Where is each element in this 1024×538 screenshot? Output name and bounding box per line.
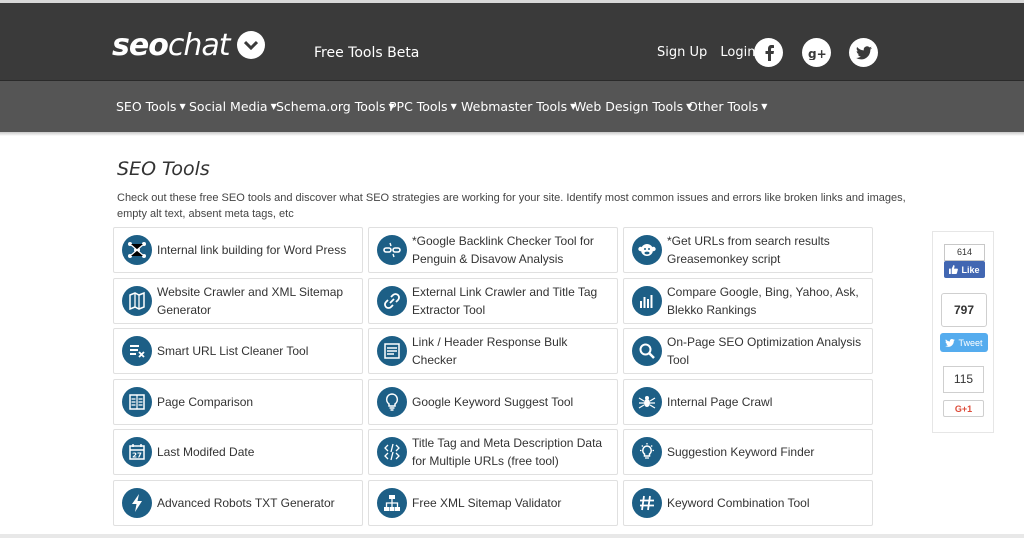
hashtag-icon bbox=[632, 488, 662, 518]
twitter-bird-icon bbox=[945, 338, 956, 347]
tool-label: Suggestion Keyword Finder bbox=[667, 445, 815, 459]
tool-card[interactable]: Page Comparison bbox=[113, 379, 363, 425]
tweet-label: Tweet bbox=[958, 337, 983, 348]
tool-card[interactable]: Smart URL List Cleaner Tool bbox=[113, 328, 363, 374]
sitemap-icon bbox=[377, 488, 407, 518]
tool-label: *Google Backlink Checker Tool for Pengui… bbox=[412, 234, 594, 266]
tool-label: Free XML Sitemap Validator bbox=[412, 496, 562, 510]
google-plus-count: 115 bbox=[943, 366, 984, 393]
site-logo[interactable]: seochat bbox=[112, 25, 266, 65]
main-nav: SEO Tools ▼ Social Media ▼ Schema.org Tool… bbox=[0, 80, 1024, 132]
caret-down-icon: ▼ bbox=[450, 102, 457, 111]
network-icon bbox=[122, 235, 152, 265]
nav-ppc-tools[interactable]: PPC Tools ▼ bbox=[389, 99, 457, 114]
twitter-icon[interactable] bbox=[849, 38, 878, 67]
share-widget: 614 Like 797 Tweet 115 G+1 bbox=[932, 231, 994, 433]
link-icon bbox=[377, 286, 407, 316]
tool-label: Advanced Robots TXT Generator bbox=[157, 496, 335, 510]
tool-card[interactable]: Free XML Sitemap Validator bbox=[368, 480, 618, 526]
tool-card[interactable]: *Google Backlink Checker Tool for Pengui… bbox=[368, 227, 618, 273]
google-plus-label: G+1 bbox=[954, 403, 973, 414]
chevron-down-icon[interactable] bbox=[237, 31, 266, 59]
caret-down-icon: ▼ bbox=[179, 102, 186, 111]
tool-card[interactable]: Keyword Combination Tool bbox=[623, 480, 873, 526]
list-check-icon bbox=[377, 336, 407, 366]
columns-icon bbox=[122, 387, 152, 417]
code-tags-icon bbox=[377, 437, 407, 467]
tool-card[interactable]: Compare Google, Bing, Yahoo, Ask, Blekko… bbox=[623, 278, 873, 324]
tool-label: Title Tag and Meta Description Data for … bbox=[412, 436, 603, 468]
spider-icon bbox=[632, 387, 662, 417]
sign-up-link[interactable]: Sign Up bbox=[657, 45, 707, 60]
tool-label: Google Keyword Suggest Tool bbox=[412, 395, 574, 409]
tool-card[interactable]: Advanced Robots TXT Generator bbox=[113, 480, 363, 526]
nav-web-design-tools[interactable]: Web Design Tools ▼ bbox=[574, 99, 692, 114]
tool-label: Compare Google, Bing, Yahoo, Ask, Blekko… bbox=[667, 285, 859, 317]
tweet-count: 797 bbox=[941, 293, 987, 327]
nav-shadow bbox=[0, 132, 1024, 136]
monkey-icon bbox=[632, 235, 662, 265]
svg-text:g+: g+ bbox=[808, 47, 826, 60]
site-tagline: Free Tools Beta bbox=[314, 45, 420, 61]
tool-label: Smart URL List Cleaner Tool bbox=[157, 344, 309, 358]
tool-label: Link / Header Response Bulk Checker bbox=[412, 335, 568, 367]
tool-card[interactable]: Internal link building for Word Press bbox=[113, 227, 363, 273]
caret-down-icon: ▼ bbox=[761, 102, 768, 111]
tool-card[interactable]: *Get URLs from search results Greasemonk… bbox=[623, 227, 873, 273]
tool-label: Last Modifed Date bbox=[157, 445, 255, 459]
nav-seo-tools[interactable]: SEO Tools ▼ bbox=[116, 99, 186, 114]
nav-webmaster-tools[interactable]: Webmaster Tools ▼ bbox=[461, 99, 576, 114]
tool-label: Page Comparison bbox=[157, 395, 254, 409]
login-link[interactable]: Login bbox=[720, 45, 755, 60]
logo-text-rest: chat bbox=[167, 27, 231, 63]
top-header: seochat Free Tools Beta Sign Up Login g+ bbox=[0, 0, 1024, 80]
tool-label: Website Crawler and XML Sitemap Generato… bbox=[157, 285, 344, 317]
bottom-divider bbox=[0, 534, 1024, 538]
tool-card[interactable]: Suggestion Keyword Finder bbox=[623, 429, 873, 475]
nav-other-tools[interactable]: Other Tools ▼ bbox=[688, 99, 767, 114]
facebook-like-count: 614 bbox=[944, 244, 985, 261]
tool-card[interactable]: On-Page SEO Optimization Analysis Tool bbox=[623, 328, 873, 374]
facebook-icon[interactable] bbox=[754, 38, 783, 67]
thumbs-up-icon bbox=[949, 265, 959, 274]
calendar-icon: 27 bbox=[122, 437, 152, 467]
tool-card[interactable]: 27 Last Modifed Date bbox=[113, 429, 363, 475]
page-title: SEO Tools bbox=[117, 158, 210, 180]
tool-card[interactable]: External Link Crawler and Title Tag Extr… bbox=[368, 278, 618, 324]
tool-label: Internal link building for Word Press bbox=[157, 243, 347, 257]
tool-card[interactable]: Internal Page Crawl bbox=[623, 379, 873, 425]
facebook-like-button[interactable]: Like bbox=[944, 261, 985, 278]
tool-label: External Link Crawler and Title Tag Extr… bbox=[412, 285, 598, 317]
calendar-badge: 27 bbox=[132, 452, 142, 460]
nav-schema-tools[interactable]: Schema.org Tools ▼ bbox=[276, 99, 395, 114]
magnifier-icon bbox=[632, 336, 662, 366]
tool-card[interactable]: Website Crawler and XML Sitemap Generato… bbox=[113, 278, 363, 324]
tool-card[interactable]: Google Keyword Suggest Tool bbox=[368, 379, 618, 425]
facebook-like-label: Like bbox=[961, 264, 980, 275]
tool-label: Keyword Combination Tool bbox=[667, 496, 810, 510]
lightbulb-icon bbox=[377, 387, 407, 417]
map-icon bbox=[122, 286, 152, 316]
link-broken-icon bbox=[377, 235, 407, 265]
list-clean-icon bbox=[122, 336, 152, 366]
auth-links: Sign Up Login bbox=[657, 45, 764, 60]
nav-social-media[interactable]: Social Media ▼ bbox=[189, 99, 277, 114]
tool-card[interactable]: Link / Header Response Bulk Checker bbox=[368, 328, 618, 374]
google-plus-button[interactable]: G+1 bbox=[943, 400, 984, 417]
google-plus-icon[interactable]: g+ bbox=[802, 38, 831, 67]
logo-text-bold: seo bbox=[112, 27, 169, 63]
tweet-button[interactable]: Tweet bbox=[940, 333, 988, 352]
idea-bulb-icon bbox=[632, 437, 662, 467]
lightning-icon bbox=[122, 488, 152, 518]
tool-label: On-Page SEO Optimization Analysis Tool bbox=[667, 335, 862, 367]
tool-card[interactable]: Title Tag and Meta Description Data for … bbox=[368, 429, 618, 475]
tool-label: *Get URLs from search results Greasemonk… bbox=[667, 234, 830, 266]
bar-chart-icon bbox=[632, 286, 662, 316]
page-intro: Check out these free SEO tools and disco… bbox=[117, 192, 906, 220]
tool-label: Internal Page Crawl bbox=[667, 395, 773, 409]
